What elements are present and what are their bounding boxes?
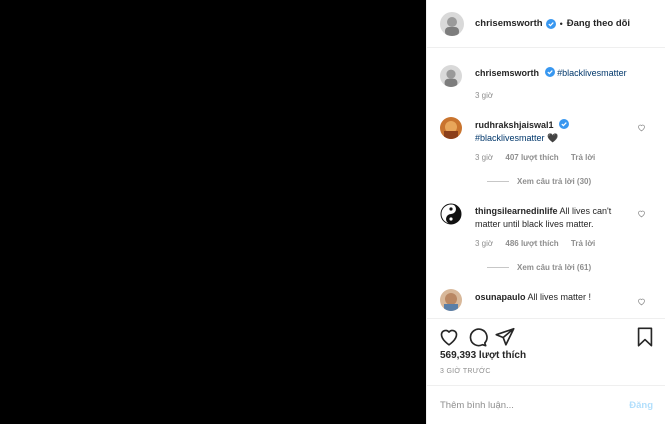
view-replies-button[interactable]: Xem câu trả lời (61)	[487, 263, 591, 272]
add-comment-bar: Đăng	[427, 385, 665, 424]
comment-body: thingsilearnedinlife All lives can't mat…	[475, 205, 635, 231]
author-avatar[interactable]	[440, 11, 464, 36]
post-timestamp[interactable]: 3 GIỜ TRƯỚC	[440, 368, 491, 375]
separator-dot: •	[559, 18, 563, 29]
heart-icon[interactable]	[438, 326, 460, 348]
caption-hashtag[interactable]: #blacklivesmatter	[557, 68, 627, 78]
reply-button[interactable]: Trả lời	[571, 239, 595, 248]
replies-divider	[487, 267, 509, 268]
caption-body: chrisemsworth #blacklivesmatter	[475, 67, 635, 80]
view-replies-button[interactable]: Xem câu trả lời (30)	[487, 177, 591, 186]
reply-button[interactable]: Trả lời	[571, 153, 595, 162]
comment-meta: 3 giờ 407 lượt thích Trả lời	[475, 153, 605, 162]
comments-list[interactable]: chrisemsworth #blacklivesmatter 3 giờ ru…	[427, 48, 665, 318]
like-comment-heart-icon[interactable]	[637, 297, 646, 306]
comment-text[interactable]: #blacklivesmatter 🖤	[475, 133, 558, 143]
like-comment-heart-icon[interactable]	[637, 209, 646, 218]
comment-body: osunapaulo All lives matter !	[475, 291, 635, 304]
follow-status-button[interactable]: Đang theo dõi	[567, 18, 630, 29]
commenter-username[interactable]: thingsilearnedinlife	[475, 206, 558, 216]
like-comment-heart-icon[interactable]	[637, 123, 646, 132]
comment-input[interactable]	[440, 399, 610, 411]
verified-icon	[545, 18, 556, 29]
author-username[interactable]: chrisemsworth	[475, 18, 543, 29]
view-replies-label: Xem câu trả lời (30)	[517, 177, 592, 186]
comment-meta: 3 giờ 486 lượt thích Trả lời	[475, 239, 605, 248]
caption-username[interactable]: chrisemsworth	[475, 68, 539, 78]
post-media[interactable]	[0, 0, 426, 424]
commenter-avatar[interactable]	[440, 203, 462, 225]
view-replies-label: Xem câu trả lời (61)	[517, 263, 592, 272]
replies-divider	[487, 181, 509, 182]
commenter-avatar[interactable]	[440, 117, 462, 139]
comment-likes[interactable]: 407 lượt thích	[505, 153, 558, 162]
post-header: chrisemsworth • Đang theo dõi	[427, 0, 665, 48]
comment-icon[interactable]	[466, 326, 488, 348]
comment-likes[interactable]: 486 lượt thích	[505, 239, 558, 248]
commenter-username[interactable]: osunapaulo	[475, 292, 526, 302]
verified-icon	[544, 67, 555, 77]
comment-body: rudhrakshjaiswal1 #blacklivesmatter 🖤	[475, 119, 635, 145]
comment-text: All lives matter !	[527, 292, 592, 302]
share-icon[interactable]	[494, 326, 516, 348]
commenter-username[interactable]: rudhrakshjaiswal1	[475, 120, 554, 130]
verified-icon	[559, 119, 570, 129]
post-panel: chrisemsworth • Đang theo dõi chrisemswo…	[426, 0, 665, 424]
likes-count[interactable]: 569,393 lượt thích	[440, 350, 526, 361]
commenter-avatar[interactable]	[440, 289, 462, 311]
comment-time[interactable]: 3 giờ	[475, 239, 493, 248]
bookmark-icon[interactable]	[634, 326, 656, 348]
comment-time[interactable]: 3 giờ	[475, 153, 493, 162]
post-comment-button[interactable]: Đăng	[629, 400, 653, 411]
caption-time[interactable]: 3 giờ	[475, 91, 493, 100]
author-avatar[interactable]	[440, 65, 462, 87]
caption-meta: 3 giờ	[475, 91, 503, 100]
